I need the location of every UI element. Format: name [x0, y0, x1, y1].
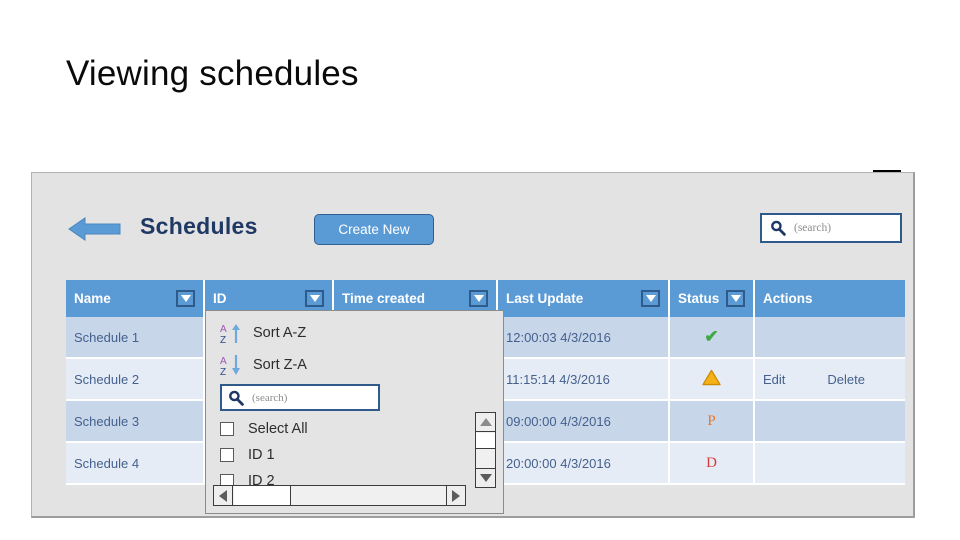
cell-name: Schedule 3 [66, 401, 205, 443]
letter-p-icon: P [707, 413, 715, 429]
filter-button-last-update[interactable] [641, 290, 660, 307]
chevron-down-icon [731, 295, 741, 302]
sort-az-label: Sort A-Z [253, 325, 306, 341]
delete-link[interactable]: Delete [827, 372, 865, 387]
edit-link[interactable]: Edit [763, 372, 785, 387]
column-header-name[interactable]: Name [66, 280, 205, 317]
warning-triangle-icon [702, 369, 721, 386]
filter-button-id[interactable] [305, 290, 324, 307]
cell-last-update: 20:00:00 4/3/2016 [498, 443, 670, 485]
column-header-label: Status [678, 291, 719, 306]
column-header-label: Time created [342, 291, 425, 306]
triangle-left-icon [219, 490, 227, 502]
sort-za-option[interactable]: A Z Sort Z-A [219, 352, 307, 378]
scroll-right-button[interactable] [446, 486, 465, 505]
checkbox-icon[interactable] [220, 448, 234, 462]
cell-name: Schedule 2 [66, 359, 205, 401]
cell-last-update: 09:00:00 4/3/2016 [498, 401, 670, 443]
create-new-button[interactable]: Create New [314, 214, 434, 245]
app-title: Schedules [140, 213, 258, 240]
search-icon [770, 220, 786, 236]
checkbox-id-1[interactable]: ID 1 [220, 444, 472, 465]
cell-last-update: 11:15:14 4/3/2016 [498, 359, 670, 401]
checkbox-label: Select All [248, 421, 308, 437]
triangle-down-icon [480, 474, 492, 482]
column-header-last-update[interactable]: Last Update [498, 280, 670, 317]
filter-search-input[interactable]: (search) [220, 384, 380, 411]
checkbox-label: ID 1 [248, 447, 275, 463]
sort-za-label: Sort Z-A [253, 357, 307, 373]
svg-text:A: A [220, 324, 227, 335]
vertical-scrollbar[interactable] [475, 412, 496, 488]
filter-dropdown-panel: A Z Sort A-Z A Z Sort Z-A [205, 310, 504, 514]
search-placeholder: (search) [794, 222, 831, 234]
cell-status [670, 359, 755, 401]
chevron-down-icon [474, 295, 484, 302]
checkbox-select-all[interactable]: Select All [220, 418, 472, 439]
app-panel: Schedules Create New (search) [31, 172, 915, 518]
scroll-left-button[interactable] [214, 486, 233, 505]
triangle-up-icon [480, 418, 492, 426]
search-input[interactable]: (search) [760, 213, 902, 243]
filter-button-name[interactable] [176, 290, 195, 307]
svg-text:Z: Z [220, 335, 226, 345]
cell-status: D [670, 443, 755, 485]
column-header-label: Name [74, 291, 111, 306]
cell-actions [755, 443, 905, 485]
cell-name: Schedule 1 [66, 317, 205, 359]
chevron-down-icon [310, 295, 320, 302]
column-header-actions: Actions [755, 280, 905, 317]
svg-text:Z: Z [220, 367, 226, 377]
app-header: Schedules Create New (search) [32, 173, 913, 273]
chevron-down-icon [646, 295, 656, 302]
vertical-scrollbar-thumb[interactable] [476, 433, 495, 449]
scroll-down-button[interactable] [476, 468, 495, 487]
column-header-label: Last Update [506, 291, 583, 306]
cell-name: Schedule 4 [66, 443, 205, 485]
sort-ascending-icon: A Z [219, 321, 243, 345]
checkbox-icon[interactable] [220, 422, 234, 436]
filter-checkbox-list: Select All ID 1 ID 2 ID 3 [220, 418, 472, 490]
cell-actions: Edit Delete [755, 359, 905, 401]
cell-status: ✔ [670, 317, 755, 359]
horizontal-scrollbar-thumb[interactable] [234, 486, 291, 505]
horizontal-scrollbar[interactable] [213, 485, 466, 506]
column-header-status[interactable]: Status [670, 280, 755, 317]
filter-button-time-created[interactable] [469, 290, 488, 307]
filter-button-status[interactable] [726, 290, 745, 307]
column-header-label: ID [213, 291, 227, 306]
column-header-label: Actions [763, 291, 813, 306]
sort-az-option[interactable]: A Z Sort A-Z [219, 320, 306, 346]
svg-text:A: A [220, 356, 227, 367]
cell-actions [755, 401, 905, 443]
sort-descending-icon: A Z [219, 353, 243, 377]
page-title: Viewing schedules [66, 54, 359, 94]
cell-actions [755, 317, 905, 359]
triangle-right-icon [452, 490, 460, 502]
search-icon [228, 390, 244, 406]
cell-status: P [670, 401, 755, 443]
letter-d-icon: D [706, 455, 717, 471]
back-arrow-icon[interactable] [67, 215, 122, 243]
filter-search-placeholder: (search) [252, 392, 287, 404]
scroll-up-button[interactable] [476, 413, 495, 432]
cell-last-update: 12:00:03 4/3/2016 [498, 317, 670, 359]
slide-canvas: Viewing schedules 6 Schedules Create New… [0, 0, 960, 540]
chevron-down-icon [181, 295, 191, 302]
check-icon: ✔ [704, 327, 718, 346]
